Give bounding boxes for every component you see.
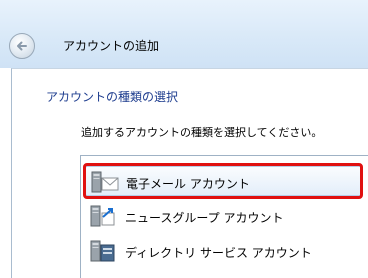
newsgroup-account-icon	[90, 205, 115, 227]
page-heading: アカウントの種類の選択	[46, 90, 179, 104]
account-type-directory-service[interactable]: ディレクトリ サービス アカウント	[85, 236, 363, 266]
directory-service-icon	[90, 240, 115, 262]
selection-highlight	[83, 163, 363, 199]
account-type-newsgroup[interactable]: ニュースグループ アカウント	[85, 201, 363, 231]
account-type-label: ディレクトリ サービス アカウント	[125, 246, 312, 260]
account-type-label: ニュースグループ アカウント	[125, 211, 284, 225]
instruction-text: 追加するアカウントの種類を選択してください。	[81, 126, 323, 139]
back-button[interactable]	[9, 33, 35, 59]
title-bar: アカウントの追加	[0, 0, 368, 68]
back-arrow-icon	[17, 41, 27, 51]
window-title: アカウントの追加	[63, 39, 160, 53]
